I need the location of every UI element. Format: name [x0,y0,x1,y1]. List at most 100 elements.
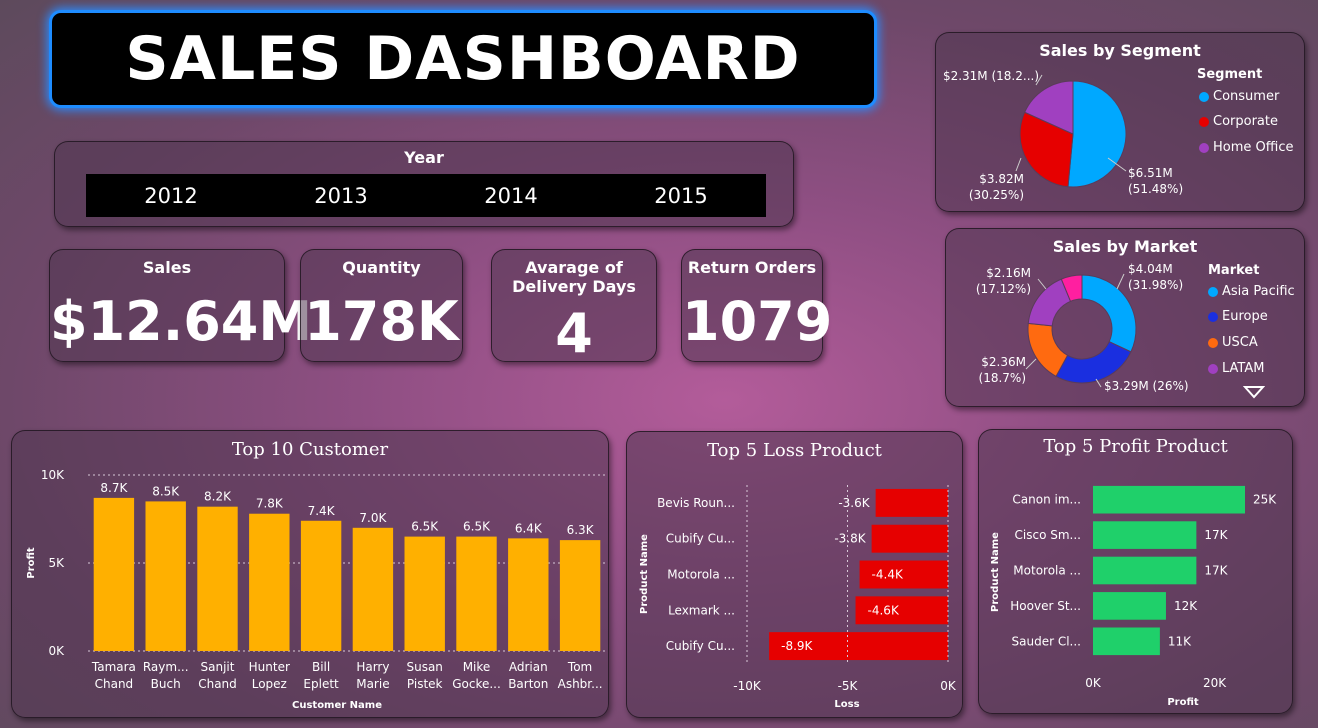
legend-item-europe[interactable]: Europe [1208,309,1268,324]
market-legend-title: Market [1208,263,1260,278]
market-donut-chart: $4.04M (31.98%) $3.29M (26%) $2.36M (18.7%) $… [976,262,1189,393]
customer-bar-label-harry-marie: 7.0K [359,511,387,525]
profit-value-label-hoover-st-3: 12K [1174,599,1198,613]
segment-pie-chart: $6.51M (51.48%) $3.82M (30.25%) $2.31M (18.2… [943,69,1183,202]
profit-bar-sauder-cl-4 [1093,627,1160,656]
segment-chart-panel: Sales by Segment $6.51M (51.48%) $3.82M (30… [935,32,1305,212]
top-customer-panel: Top 10 Customer 0K 5K 10K Profit 8.7K Tamara C… [11,430,609,718]
legend-scroll-down-icon[interactable] [1243,385,1265,399]
loss-product-panel: Top 5 Loss Product Bevis Roun... -3.6K Cub… [626,431,963,718]
legend-item-home-office[interactable]: Home Office [1199,140,1293,155]
y-tick-label-5k: 5K [48,556,65,570]
loss-value-label-bevis-roun-0: -3.6K [838,496,870,510]
loss-value-label-cubify-cu-1: -3.8K [834,532,866,546]
legend-label-consumer: Consumer [1213,89,1280,104]
kpi-quantity-label: Quantity [342,258,421,277]
kpi-returns-value: 1079 [682,290,833,353]
latam-legend-dot [1208,363,1218,374]
loss-value-label-cubify-cu-4: -8.9K [781,639,813,653]
loss-x-axis-title: Loss [834,699,859,710]
year-slicer: Year 2012 2013 2014 2015 [54,141,794,227]
pie-label-consumer: $6.51M (51.48%) [1128,166,1183,196]
customer-name-label-mike-gocke: Mike Gocke... [452,660,501,691]
profit-category-label-hoover-st-3: Hoover St... [1010,599,1081,613]
customer-bar-tamara-chand [93,497,135,651]
pie-label-home-office: $2.31M (18.2...) [943,69,1039,83]
usca-legend-dot [1208,337,1218,348]
loss-category-label-motorola-2: Motorola ... [667,568,735,582]
legend-item-latam[interactable]: LATAM [1208,361,1264,376]
loss-x-tick-label-5k: -5K [838,679,859,693]
loss-category-label-cubify-cu-1: Cubify Cu... [666,532,735,546]
pie-label-corporate: $3.82M (30.25%) [969,172,1024,202]
profit-x-axis-title: Profit [1167,697,1199,708]
donut-label-latam: $2.16M (17.12%) [976,266,1031,296]
profit-category-label-canon-im-0: Canon im... [1012,493,1081,507]
year-button-2015[interactable]: 2015 [596,174,766,217]
legend-label-europe: Europe [1222,309,1268,324]
profit-bar-cisco-sm-1 [1093,521,1197,549]
profit-category-label-cisco-sm-1: Cisco Sm... [1015,528,1081,542]
customer-bar-tom-ashbr [559,540,601,651]
kpi-returns-label: Return Orders [687,258,817,277]
x-axis-title: Customer Name [292,700,382,711]
profit-bar-motorola-2 [1093,556,1197,585]
customer-bar-label-sanjit-chand: 8.2K [204,490,232,504]
loss-y-axis-title: Product Name [639,534,650,614]
customer-bar-bill-eplett [300,520,342,651]
customer-bar-label-susan-pistek: 6.5K [411,520,439,534]
profit-x-tick-label-20k: 20K [1203,676,1227,690]
loss-x-tick-label-10k: -10K [733,679,762,693]
kpi-delivery-label: Avarage of Delivery Days [512,258,636,296]
loss-value-label-motorola-2: -4.4K [872,568,904,582]
pie-leader-line-corporate [1015,157,1022,172]
customer-bar-label-adrian-barton: 6.4K [515,521,543,535]
year-button-2013[interactable]: 2013 [256,174,427,217]
legend-item-corporate[interactable]: Corporate [1199,114,1278,129]
loss-value-label-lexmark-3: -4.6K [868,603,900,617]
kpi-returns-card: Return Orders 1079 [681,249,833,362]
customer-name-label-bill-eplett: Bill Eplett [303,660,339,691]
home-office-legend-dot [1199,142,1209,153]
legend-label-asia-pacific: Asia Pacific [1222,284,1295,299]
customer-name-label-tamara-chand: Tamara Chand [91,660,136,691]
profit-value-label-cisco-sm-1: 17K [1204,528,1228,542]
customer-name-label-adrian-barton: Adrian Barton [508,660,548,691]
customer-name-label-raym-buch: Raym... Buch [143,660,189,691]
year-button-2014[interactable]: 2014 [426,174,597,217]
customer-bar-adrian-barton [508,538,549,651]
donut-leader-line-latam [1037,278,1047,290]
profit-value-label-motorola-2: 17K [1204,564,1228,578]
profit-value-label-sauder-cl-4: 11K [1168,634,1192,648]
y-axis-title: Profit [26,547,37,579]
consumer-legend-dot [1199,91,1209,102]
customer-bar-raym-buch [145,501,186,651]
customer-bar-label-raym-buch: 8.5K [152,484,180,498]
dashboard-title: SALES DASHBOARD [125,24,801,94]
loss-category-label-lexmark-3: Lexmark ... [668,603,735,617]
customer-bar-label-mike-gocke: 6.5K [463,520,491,534]
kpi-delivery-card: Avarage of Delivery Days 4 [491,249,657,365]
customer-bar-susan-pistek [404,536,445,651]
legend-item-usca[interactable]: USCA [1208,335,1258,350]
customer-name-label-sanjit-chand: Sanjit Chand [198,660,237,691]
legend-item-consumer[interactable]: Consumer [1199,89,1279,104]
profit-product-bar-chart: Canon im... 25K Cisco Sm... 17K Motorola ...… [990,485,1277,708]
legend-item-asia-pacific[interactable]: Asia Pacific [1208,284,1295,299]
legend-label-usca: USCA [1222,335,1258,350]
profit-x-tick-label-0k: 0K [1085,676,1102,690]
donut-leader-line-asia-pacific [1116,273,1125,290]
y-tick-label-10k: 10K [41,468,65,482]
year-button-2012[interactable]: 2012 [86,174,257,217]
customer-name-label-harry-marie: Harry Marie [356,660,389,691]
kpi-delivery-value: 4 [555,302,593,365]
year-slicer-label: Year [404,148,444,167]
market-chart-panel: Sales by Market $4.04M (31.98%) $3.29M (26… [945,228,1305,407]
top-customer-bar-chart: 0K 5K 10K Profit 8.7K Tamara Chand 8.5K Raym... B… [26,468,606,711]
loss-x-tick-label-0k: 0K [940,679,957,693]
donut-label-usca: $2.36M (18.7%) [979,355,1026,385]
profit-category-label-motorola-2: Motorola ... [1013,564,1081,578]
customer-name-label-tom-ashbr: Tom Ashbr... [558,660,603,691]
profit-y-axis-title: Product Name [990,532,1001,612]
segment-legend-title: Segment [1197,67,1263,82]
